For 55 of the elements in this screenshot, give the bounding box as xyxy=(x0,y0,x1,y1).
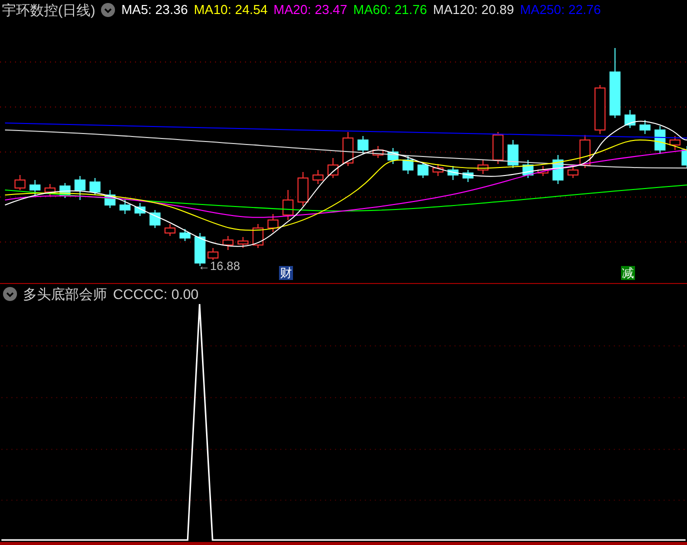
candlestick xyxy=(552,154,564,184)
candlestick xyxy=(492,132,504,164)
candlestick xyxy=(238,236,248,248)
candlestick xyxy=(640,120,650,134)
candlestick xyxy=(624,110,636,128)
candlestick xyxy=(522,160,534,178)
candlestick xyxy=(298,172,308,206)
candlestick xyxy=(252,224,264,248)
candlestick xyxy=(478,160,488,174)
candlestick xyxy=(594,84,606,134)
candlestick xyxy=(328,158,338,178)
candlestick xyxy=(120,200,130,214)
indicator-reading: CCCCC: 0.00 xyxy=(113,284,199,304)
candlestick xyxy=(134,202,146,216)
candlestick xyxy=(164,224,176,236)
candlestick xyxy=(208,248,218,260)
candlestick xyxy=(222,236,234,250)
moving-average-label: MA20: 23.47 xyxy=(274,1,348,20)
candlestick xyxy=(388,148,398,164)
event-marker[interactable]: 财 xyxy=(279,266,293,280)
moving-average-label: MA5: 23.36 xyxy=(121,1,188,20)
candlestick xyxy=(74,176,86,200)
candlestick xyxy=(104,190,116,208)
candlestick xyxy=(610,48,620,118)
moving-average-label: MA10: 24.54 xyxy=(194,1,268,20)
indicator-name: 多头底部会师 xyxy=(23,284,107,304)
moving-average-label: MA250: 22.76 xyxy=(520,1,601,20)
moving-average-label: MA120: 20.89 xyxy=(432,1,514,20)
event-marker[interactable]: 减 xyxy=(621,266,635,280)
candlestick xyxy=(150,210,160,228)
candlestick xyxy=(654,126,666,154)
candlestick xyxy=(372,146,384,158)
low-price-label: ←16.88 xyxy=(198,260,240,272)
candlestick xyxy=(30,180,40,196)
candlestick xyxy=(268,214,278,232)
chevron-down-icon[interactable] xyxy=(3,287,17,301)
candlestick xyxy=(60,182,70,198)
candlestick xyxy=(44,184,56,196)
candlestick xyxy=(14,174,26,190)
candlestick xyxy=(508,140,518,168)
candlestick xyxy=(418,162,428,178)
candlestick xyxy=(90,178,100,196)
candlestick xyxy=(342,132,354,166)
chevron-down-icon[interactable] xyxy=(101,3,116,17)
moving-average-label: MA60: 21.76 xyxy=(353,1,427,20)
candlestick xyxy=(462,170,474,182)
candlestick xyxy=(312,170,324,184)
stock-title: 宇环数控(日线) xyxy=(2,0,96,20)
candlestick xyxy=(358,136,368,154)
candlestick xyxy=(402,156,414,174)
candlestick xyxy=(180,228,190,242)
candlestick xyxy=(432,164,444,176)
candlestick xyxy=(448,166,458,180)
candlestick xyxy=(282,190,294,220)
candlestick xyxy=(538,166,548,176)
